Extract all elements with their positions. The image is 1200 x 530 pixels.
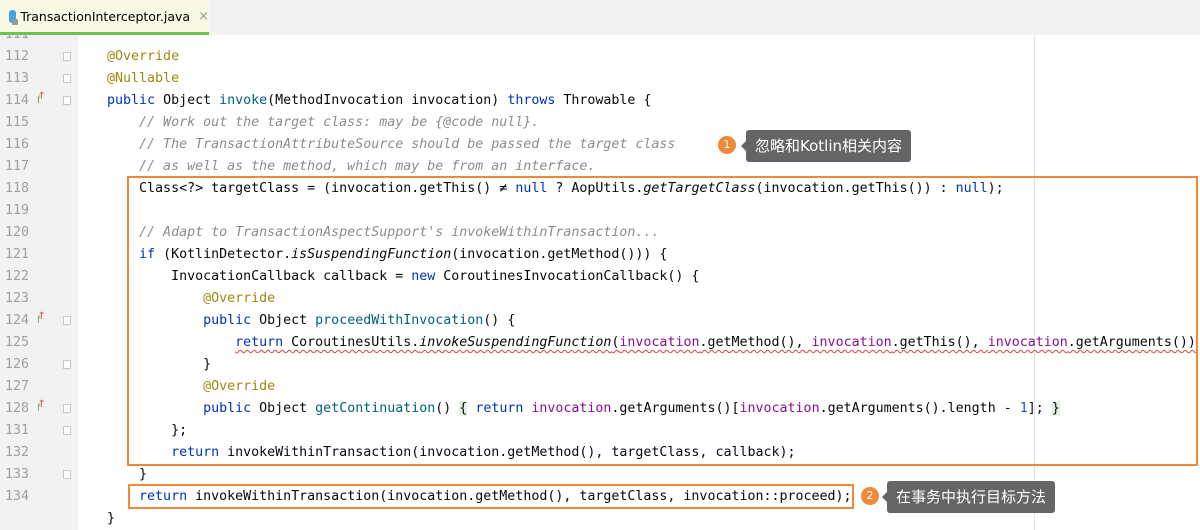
line-number[interactable]: 121: [0, 244, 29, 266]
highlight-box-kotlin: [127, 176, 1198, 466]
line-number[interactable]: 118: [0, 178, 29, 200]
code-text: @Override: [75, 46, 179, 68]
fold-marker-icon[interactable]: [63, 360, 71, 369]
line-number[interactable]: 124: [0, 310, 29, 332]
override-method-icon[interactable]: f↑: [37, 398, 49, 420]
code-line[interactable]: 116 // The TransactionAttributeSource sh…: [0, 134, 1200, 156]
override-method-icon[interactable]: f↑: [37, 310, 49, 332]
code-token: (MethodInvocation invocation): [267, 93, 508, 108]
java-class-icon: [9, 9, 19, 25]
code-line[interactable]: 112 @Override: [0, 46, 1200, 68]
line-number[interactable]: 117: [0, 156, 29, 178]
editor-tab-bar: TransactionInterceptor.java ×: [0, 0, 1200, 35]
code-line[interactable]: 113 @Nullable: [0, 68, 1200, 90]
code-token: // Work out the target class: may be {@c…: [75, 115, 540, 130]
code-token: @Override: [75, 49, 180, 64]
code-token: Throwable {: [563, 93, 652, 108]
code-token: public: [75, 93, 164, 108]
annotation-callout-2: 在事务中执行目标方法: [881, 481, 1056, 513]
code-line[interactable]: 115 // Work out the target class: may be…: [0, 112, 1200, 134]
tab-title: TransactionInterceptor.java: [20, 8, 191, 24]
line-number[interactable]: 128: [0, 398, 29, 420]
annotation-badge-1: 1: [718, 136, 736, 154]
code-text: // Work out the target class: may be {@c…: [75, 112, 539, 134]
line-number[interactable]: 120: [0, 222, 29, 244]
line-number[interactable]: 113: [0, 68, 29, 90]
line-number[interactable]: 131: [0, 420, 29, 442]
fold-marker-icon[interactable]: [63, 96, 71, 105]
fold-marker-icon[interactable]: [63, 52, 71, 61]
code-token: Object: [163, 93, 220, 108]
fold-marker-icon[interactable]: [63, 316, 71, 325]
fold-marker-icon[interactable]: [63, 74, 71, 83]
code-token: }: [75, 511, 116, 526]
code-line[interactable]: 117 // as well as the method, which may …: [0, 156, 1200, 178]
code-text: @Nullable: [75, 68, 179, 90]
code-token: // as well as the method, which may be f…: [75, 159, 596, 174]
line-number[interactable]: 123: [0, 288, 29, 310]
highlight-box-return: [128, 484, 854, 509]
line-number[interactable]: 134: [0, 486, 29, 508]
close-tab-icon[interactable]: ×: [198, 9, 209, 24]
code-line[interactable]: 114 f↑ public Object invoke(MethodInvocat…: [0, 90, 1200, 112]
annotation-callout-1: 忽略和Kotlin相关内容: [741, 130, 911, 162]
tab-transaction-interceptor[interactable]: TransactionInterceptor.java ×: [0, 0, 209, 35]
line-number[interactable]: 119: [0, 200, 29, 222]
fold-marker-icon[interactable]: [63, 426, 71, 435]
line-number[interactable]: 127: [0, 376, 29, 398]
code-text: // as well as the method, which may be f…: [75, 156, 595, 178]
code-token: throws: [507, 93, 564, 108]
override-method-icon[interactable]: f↑: [37, 90, 49, 112]
code-text: // The TransactionAttributeSource should…: [75, 134, 675, 156]
code-token: invoke: [219, 93, 268, 108]
line-number[interactable]: 132: [0, 442, 29, 464]
code-token: // The TransactionAttributeSource should…: [75, 137, 676, 152]
annotation-badge-2: 2: [861, 487, 879, 505]
line-number[interactable]: 115: [0, 112, 29, 134]
code-token: }: [75, 467, 148, 482]
code-text: public Object invoke(MethodInvocation in…: [75, 90, 651, 112]
line-number[interactable]: 133: [0, 464, 29, 486]
line-number[interactable]: 122: [0, 266, 29, 288]
line-number[interactable]: 116: [0, 134, 29, 156]
line-number[interactable]: 112: [0, 46, 29, 68]
code-text: }: [75, 464, 147, 486]
code-token: @Nullable: [75, 71, 180, 86]
fold-marker-icon[interactable]: [63, 470, 71, 479]
code-text: }: [75, 508, 115, 530]
line-number[interactable]: 125: [0, 332, 29, 354]
line-number[interactable]: 126: [0, 354, 29, 376]
fold-marker-icon[interactable]: [63, 404, 71, 413]
line-number[interactable]: 114: [0, 90, 29, 112]
